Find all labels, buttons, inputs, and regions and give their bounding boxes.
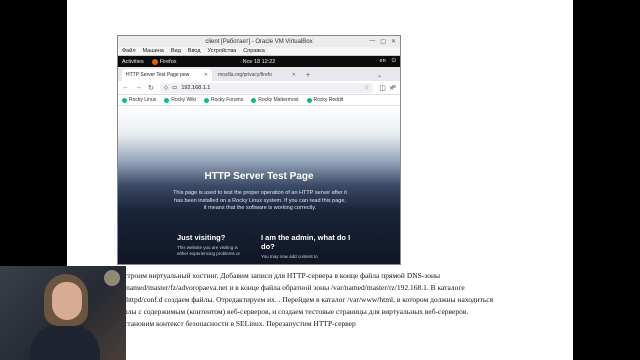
forward-icon[interactable]: → (135, 84, 142, 91)
webcam-overlay (0, 266, 126, 360)
menu-file[interactable]: Файл (122, 48, 136, 54)
rocky-icon (306, 97, 312, 103)
power-icon[interactable]: ⏻ (392, 58, 396, 65)
doc-line: становим контекст безопасности в SELinux… (124, 319, 356, 328)
admin-text: You may now add content to (261, 254, 318, 259)
tab-http-test[interactable]: HTTP Server Test Page pow ✕ (122, 69, 212, 81)
url-text[interactable]: 192.168.1.1 (181, 85, 210, 91)
vbox-title: client [Работает] - Oracle VM VirtualBox (205, 38, 313, 45)
rocky-icon (203, 97, 209, 103)
admin-section: I am the admin, what do I do? You may no… (261, 233, 351, 260)
doc-line: ллы с содержимым (контентом) веб-серверо… (124, 307, 469, 316)
bookmark-rocky-forums[interactable]: Rocky Forums (203, 97, 244, 103)
menu-input[interactable]: Ввод (188, 48, 201, 54)
app-menu-firefox[interactable]: Firefox (151, 58, 177, 65)
tab-label: mozilla.org/privacy/firefo (218, 72, 272, 78)
bookmark-rocky-mattermost[interactable]: Rocky Mattermost (251, 97, 299, 103)
bookmark-label: Rocky Reddit (313, 97, 344, 103)
rocky-icon (251, 97, 257, 103)
doc-line: строим виртуальный хостинг. Добавим запи… (124, 271, 441, 280)
background-lamp (104, 270, 120, 286)
activities-button[interactable]: Activities (122, 59, 144, 65)
page-content: HTTP Server Test Page This page is used … (118, 106, 400, 264)
app-menu-label: Firefox (159, 58, 177, 65)
close-window-icon[interactable]: ✕ (389, 85, 394, 92)
close-icon[interactable]: ✕ (391, 38, 396, 45)
visiting-section: Just visiting? This website you are visi… (177, 233, 247, 256)
visiting-heading: Just visiting? (177, 233, 226, 242)
shield-icon[interactable]: ◇ (164, 85, 168, 91)
doc-line: /named/master/fz/advoropaeva.net и в кон… (124, 283, 465, 292)
tab-label: HTTP Server Test Page pow (126, 72, 190, 78)
bookmark-star-icon[interactable]: ☆ (364, 84, 369, 91)
pocket-icon[interactable]: ◫ (379, 84, 386, 92)
close-tab-icon[interactable]: ✕ (292, 72, 296, 78)
firefox-icon (151, 58, 158, 65)
screen: client [Работает] - Oracle VM VirtualBox… (0, 0, 640, 360)
tab-strip: HTTP Server Test Page pow ✕ mozilla.org/… (118, 67, 400, 81)
presenter-shirt (30, 324, 100, 360)
list-tabs-icon[interactable]: ⌄ (377, 69, 400, 81)
page-title: HTTP Server Test Page (118, 171, 400, 182)
admin-heading: I am the admin, what do I do? (261, 233, 351, 251)
virtualbox-window[interactable]: client [Работает] - Oracle VM VirtualBox… (117, 35, 401, 265)
rocky-icon (122, 97, 127, 103)
clock[interactable]: Nov 18 12:22 (243, 59, 276, 65)
gnome-top-bar: Activities Firefox Nov 18 12:22 en ⏻ (118, 56, 400, 67)
input-language[interactable]: en (380, 58, 386, 65)
bookmark-rocky-linux[interactable]: Rocky Linux (122, 97, 156, 103)
bookmark-label: Rocky Mattermost (258, 97, 299, 103)
rocky-icon (164, 97, 170, 103)
bookmark-label: Rocky Forums (210, 97, 244, 103)
page-lead: This page is used to test the proper ope… (173, 190, 347, 211)
bookmark-rocky-reddit[interactable]: Rocky Reddit (306, 97, 344, 103)
bookmarks-toolbar: Rocky Linux Rocky Wiki Rocky Forums Rock… (118, 95, 400, 106)
maximize-icon[interactable]: ▢ (380, 38, 386, 45)
new-tab-button[interactable]: + (302, 69, 314, 81)
tab-mozilla-privacy[interactable]: mozilla.org/privacy/firefo ✕ (214, 69, 300, 81)
menu-machine[interactable]: Машина (143, 48, 164, 54)
reload-icon[interactable]: ↻ (148, 84, 154, 92)
bookmark-label: Rocky Linux (129, 97, 157, 103)
close-tab-icon[interactable]: ✕ (204, 72, 208, 78)
menu-view[interactable]: Вид (171, 48, 181, 54)
doc-line: /httpd/conf.d создаем файлы. Отредактиру… (124, 295, 494, 304)
visiting-text: This website you are visiting is either … (177, 245, 241, 256)
page-info-icon[interactable]: ▭ (172, 85, 177, 91)
bookmark-label: Rocky Wiki (171, 97, 196, 103)
minimize-icon[interactable]: — (369, 38, 375, 45)
navigation-toolbar: ← → ↻ ◇ ▭ 192.168.1.1 ☆ ◫ ≡ (118, 81, 400, 95)
bookmark-rocky-wiki[interactable]: Rocky Wiki (164, 97, 196, 103)
url-bar[interactable]: ◇ ▭ 192.168.1.1 ☆ (159, 82, 374, 93)
menu-devices[interactable]: Устройства (207, 48, 236, 54)
vbox-menubar: Файл Машина Вид Ввод Устройства Справка (118, 47, 400, 56)
vbox-titlebar[interactable]: client [Работает] - Oracle VM VirtualBox… (118, 36, 400, 47)
menu-help[interactable]: Справка (243, 48, 265, 54)
page-title-bold: Test Page (267, 171, 314, 182)
presenter-face (52, 282, 82, 320)
back-icon[interactable]: ← (122, 84, 129, 91)
page-title-normal: HTTP Server (204, 171, 268, 182)
